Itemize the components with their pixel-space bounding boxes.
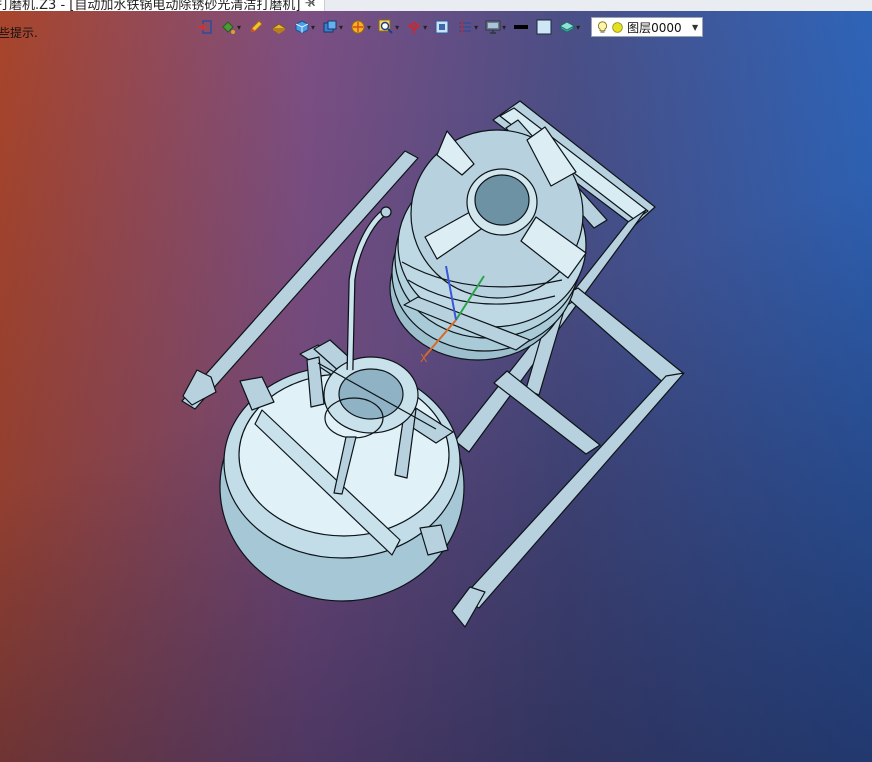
- view-button[interactable]: ▾: [320, 16, 345, 38]
- layer-dot-icon: [612, 21, 623, 33]
- render-button[interactable]: ▾: [292, 16, 317, 38]
- grid-button[interactable]: ▾: [455, 16, 480, 38]
- chevron-down-icon[interactable]: ▼: [692, 23, 698, 32]
- layer-manager-button[interactable]: ▾: [557, 16, 582, 38]
- chevron-down-icon[interactable]: ▾: [474, 23, 478, 32]
- chevron-down-icon[interactable]: ▾: [502, 23, 506, 32]
- lighting-button[interactable]: ▾: [348, 16, 373, 38]
- layer-dropdown[interactable]: 图层0000 ▼: [591, 17, 704, 37]
- new-tab-button[interactable]: +: [304, 0, 316, 11]
- layer-stack-icon: [559, 21, 576, 33]
- hint-text: 些提示.: [0, 26, 38, 40]
- fill-color-button[interactable]: [534, 16, 554, 38]
- document-tab-title: 打磨机.Z3 - [自动加水铁锅电动除锈砂光清洁打磨机]: [0, 0, 301, 11]
- chevron-down-icon[interactable]: ▾: [339, 23, 343, 32]
- render-cube-icon: [295, 20, 309, 34]
- chevron-down-icon[interactable]: ▾: [237, 23, 241, 32]
- water-pipe: [346, 206, 392, 371]
- paint-button[interactable]: ▾: [218, 16, 243, 38]
- material-icon: [272, 23, 286, 34]
- tab-strip: 打磨机.Z3 - [自动加水铁锅电动除锈砂光清洁打磨机] ✕ +: [0, 0, 872, 11]
- chevron-down-icon[interactable]: ▾: [395, 23, 399, 32]
- origin-pin-icon: [408, 22, 421, 34]
- chevron-down-icon[interactable]: ▾: [367, 23, 371, 32]
- grid-icon: [459, 21, 472, 33]
- insert-button[interactable]: [195, 16, 215, 38]
- display-icon: [485, 20, 501, 34]
- material-button[interactable]: [269, 16, 289, 38]
- svg-text:X: X: [420, 352, 428, 365]
- pencil-icon: [250, 20, 263, 33]
- view-toolbar: ▾ ▾ ▾ ▾ ▾ ▾ ▾ ▾ ▾ 图层0000 ▼: [195, 15, 704, 39]
- sketch-button[interactable]: [246, 16, 266, 38]
- fill-color-icon: [536, 19, 552, 35]
- chevron-down-icon[interactable]: ▾: [423, 23, 427, 32]
- layer-value: 图层0000: [627, 20, 682, 35]
- chevron-down-icon[interactable]: ▾: [311, 23, 315, 32]
- origin-button[interactable]: ▾: [404, 16, 429, 38]
- view-cube-icon: [323, 20, 337, 33]
- 3d-model: X: [181, 100, 685, 628]
- paint-bucket-icon: [222, 21, 235, 34]
- line-color-icon: [514, 25, 529, 29]
- sun-icon: [351, 20, 365, 34]
- frame-icon: [435, 20, 449, 34]
- frame-button[interactable]: [432, 16, 452, 38]
- line-color-button[interactable]: [511, 16, 531, 38]
- zoom-button[interactable]: ▾: [376, 16, 401, 38]
- lightbulb-icon[interactable]: [596, 20, 609, 35]
- display-button[interactable]: ▾: [483, 16, 508, 38]
- zoom-icon: [378, 19, 393, 34]
- chevron-down-icon[interactable]: ▾: [576, 23, 580, 32]
- insert-icon: [198, 20, 212, 34]
- document-tab[interactable]: 打磨机.Z3 - [自动加水铁锅电动除锈砂光清洁打磨机] ✕: [0, 0, 326, 11]
